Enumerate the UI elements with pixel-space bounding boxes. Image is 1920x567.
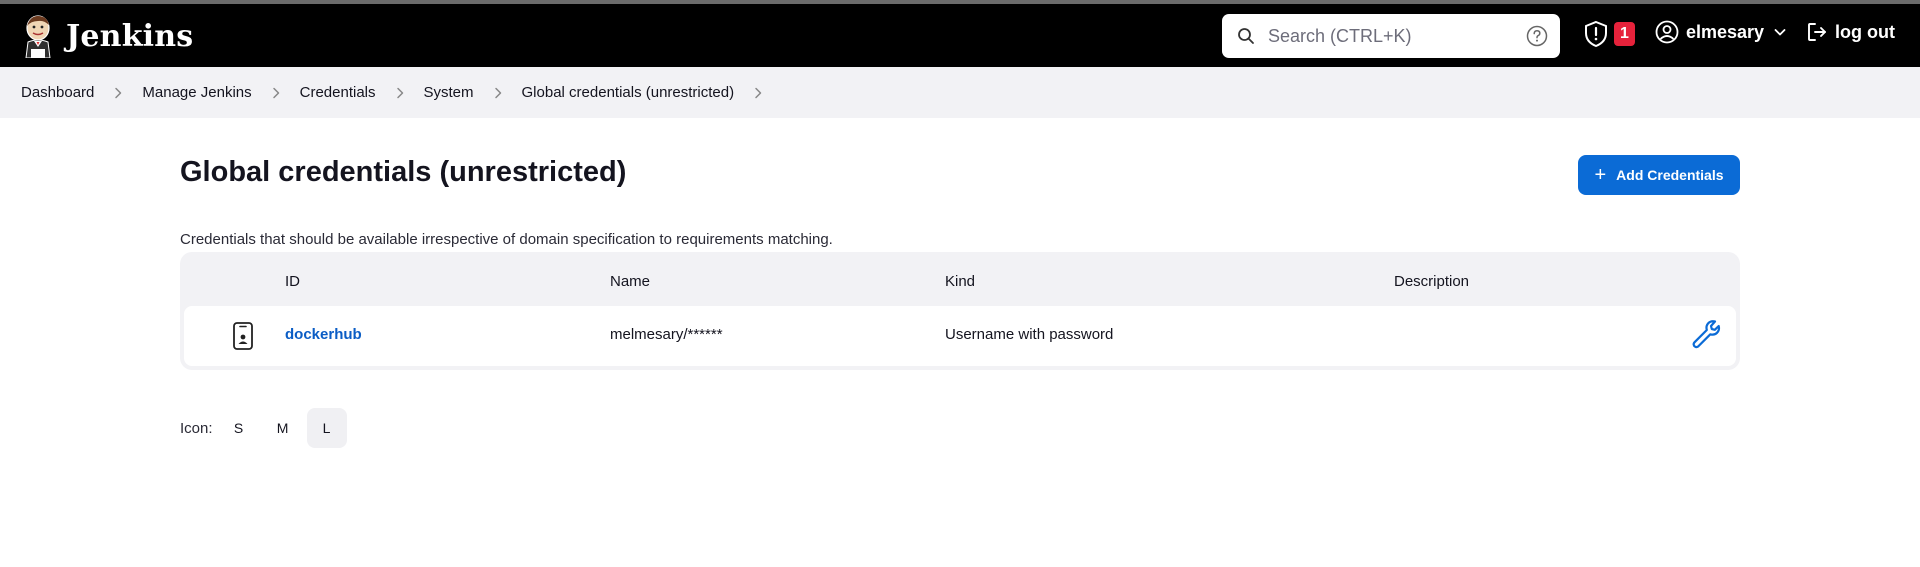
- credential-id-link[interactable]: dockerhub: [285, 326, 362, 343]
- user-icon: [1655, 20, 1679, 44]
- add-credentials-label: Add Credentials: [1616, 167, 1724, 183]
- help-icon[interactable]: [1526, 25, 1548, 47]
- icon-size-selector: Icon: S M L: [180, 408, 351, 448]
- search-box: [1222, 14, 1560, 58]
- column-header-name[interactable]: Name: [610, 273, 650, 290]
- breadcrumb: Dashboard Manage Jenkins Credentials Sys…: [0, 67, 1920, 118]
- breadcrumb-dashboard[interactable]: Dashboard: [21, 84, 94, 101]
- column-header-kind[interactable]: Kind: [945, 273, 975, 290]
- chevron-right-icon[interactable]: [392, 85, 408, 101]
- credential-kind: Username with password: [945, 326, 1114, 343]
- jenkins-home-link[interactable]: Jenkins: [20, 14, 193, 58]
- credential-name: melmesary/******: [610, 326, 723, 343]
- search-icon: [1238, 28, 1254, 44]
- search-input[interactable]: [1268, 22, 1508, 50]
- icon-size-small[interactable]: S: [219, 408, 259, 448]
- wrench-icon[interactable]: [1690, 318, 1724, 352]
- logout-icon: [1808, 23, 1826, 41]
- security-count-badge: 1: [1614, 22, 1635, 46]
- chevron-right-icon[interactable]: [268, 85, 284, 101]
- chevron-down-icon: [1774, 29, 1786, 36]
- user-name: elmesary: [1686, 21, 1765, 42]
- plus-icon: +: [1594, 164, 1607, 186]
- phone-icon: [233, 322, 253, 350]
- add-credentials-button[interactable]: + Add Credentials: [1578, 155, 1740, 195]
- security-alerts-button[interactable]: 1: [1583, 20, 1635, 48]
- chevron-right-icon[interactable]: [750, 85, 766, 101]
- top-header: Jenkins 1 elmesary: [0, 4, 1920, 67]
- user-menu[interactable]: elmesary: [1655, 20, 1788, 44]
- breadcrumb-credentials[interactable]: Credentials: [300, 84, 376, 101]
- icon-size-label: Icon:: [180, 419, 213, 437]
- logout-label: log out: [1835, 21, 1895, 42]
- table-row: dockerhub melmesary/****** Username with…: [184, 306, 1736, 366]
- icon-size-medium[interactable]: M: [263, 408, 303, 448]
- column-header-id[interactable]: ID: [285, 273, 300, 290]
- breadcrumb-manage-jenkins[interactable]: Manage Jenkins: [142, 84, 251, 101]
- logout-link[interactable]: log out: [1805, 20, 1895, 44]
- page-description: Credentials that should be available irr…: [180, 231, 833, 248]
- brand-name: Jenkins: [66, 18, 194, 54]
- breadcrumb-system[interactable]: System: [424, 84, 474, 101]
- page-title: Global credentials (unrestricted): [180, 156, 627, 188]
- chevron-right-icon[interactable]: [110, 85, 126, 101]
- credentials-table: ID Name Kind Description dockerhub melme…: [180, 252, 1740, 370]
- shield-icon: [1585, 20, 1607, 48]
- icon-size-large[interactable]: L: [306, 408, 347, 448]
- breadcrumb-global-credentials[interactable]: Global credentials (unrestricted): [522, 84, 735, 101]
- column-header-description[interactable]: Description: [1394, 273, 1469, 290]
- chevron-right-icon[interactable]: [490, 85, 506, 101]
- jenkins-logo-icon: [25, 15, 51, 58]
